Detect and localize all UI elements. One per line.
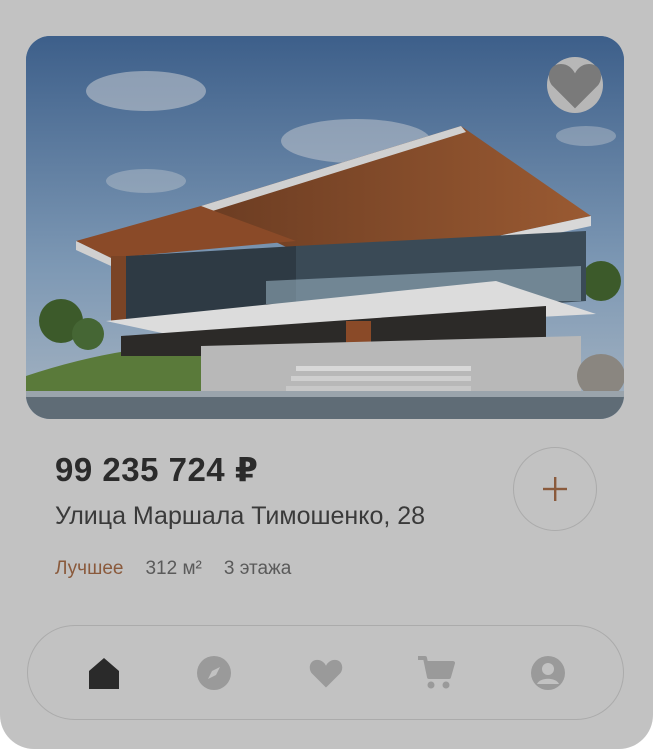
home-icon [89, 658, 119, 689]
heart-icon [548, 64, 602, 109]
tag-area: 312 м² [145, 558, 202, 579]
favorite-button[interactable] [547, 57, 603, 113]
tag-best: Лучшее [55, 558, 124, 579]
property-card: 99 235 724 ₽ Улица Маршала Тимошенко, 28… [0, 0, 653, 749]
nav-home[interactable] [84, 653, 124, 693]
property-address: Улица Маршала Тимошенко, 28 [55, 502, 426, 530]
bottom-navigation [27, 625, 624, 720]
nav-explore[interactable] [194, 653, 234, 693]
tag-floors: 3 этажа [223, 558, 292, 579]
profile-icon [531, 656, 565, 690]
cart-icon [418, 656, 455, 689]
plus-icon [543, 477, 567, 501]
house-image [26, 36, 624, 419]
nav-profile[interactable] [528, 653, 568, 693]
compass-icon [197, 656, 231, 690]
nav-cart[interactable] [416, 653, 456, 693]
property-photo[interactable] [26, 36, 624, 419]
nav-favorites[interactable] [306, 653, 346, 693]
property-price: 99 235 724 ₽ [55, 451, 259, 488]
heart-icon [309, 659, 343, 688]
property-tags: Лучшее 312 м² 3 этажа [55, 558, 291, 580]
add-button[interactable] [513, 447, 597, 531]
